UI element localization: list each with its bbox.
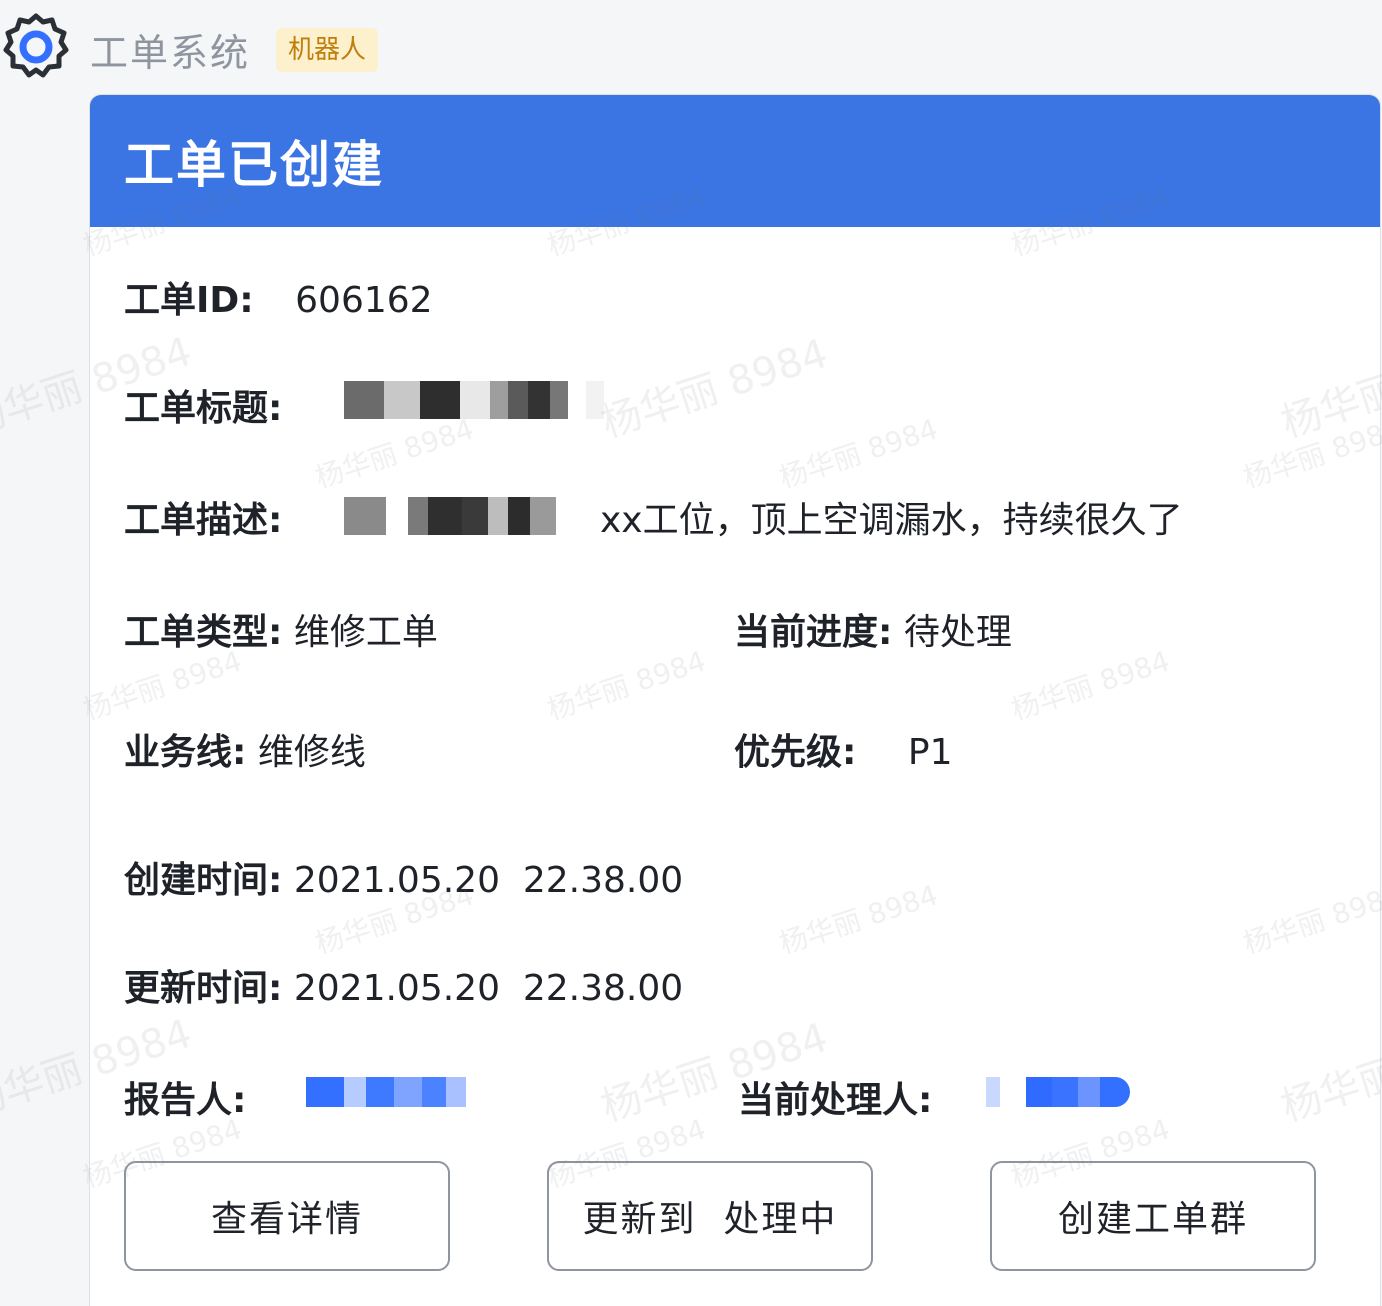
ticket-desc-value-field: xx工位，顶上空调漏水，持续很久了	[600, 491, 1183, 543]
app-title: 工单系统	[90, 31, 251, 75]
ticket-desc-value: xx工位，顶上空调漏水，持续很久了	[600, 500, 1183, 541]
updated-time-label: 更新时间:	[124, 968, 283, 1009]
ticket-title-redacted	[344, 381, 604, 419]
business-line-label: 业务线:	[124, 732, 247, 773]
ticket-title-field: 工单标题:	[124, 379, 282, 431]
ticket-desc-field: 工单描述:	[124, 491, 282, 543]
created-time-label: 创建时间:	[124, 860, 283, 901]
app-root: 工单系统 机器人 工单已创建 工单ID: 606162 工单标题: 工单描述: …	[0, 0, 1382, 1306]
handler-label: 当前处理人:	[738, 1080, 933, 1121]
reporter-mention-redacted[interactable]	[306, 1077, 466, 1107]
business-line-field: 业务线: 维修线	[124, 723, 366, 775]
updated-time-field: 更新时间: 2021.05.20 22.38.00	[124, 959, 683, 1011]
ticket-type-field: 工单类型: 维修工单	[124, 603, 438, 655]
ticket-id-field: 工单ID: 606162	[124, 271, 433, 323]
handler-mention-redacted[interactable]	[986, 1077, 1130, 1107]
reporter-field: 报告人:	[124, 1071, 246, 1123]
created-time-value: 2021.05.20 22.38.00	[293, 860, 684, 901]
priority-field: 优先级: P1	[734, 723, 952, 775]
business-line-value: 维修线	[257, 732, 366, 773]
ticket-type-label: 工单类型:	[124, 612, 283, 653]
ticket-desc-label: 工单描述:	[124, 500, 283, 541]
card-title: 工单已创建	[124, 136, 384, 194]
ticket-id-value: 606162	[295, 280, 433, 321]
view-details-button[interactable]: 查看详情	[124, 1161, 450, 1271]
ticket-title-label: 工单标题:	[124, 388, 283, 429]
ticket-id-label: 工单ID:	[124, 280, 254, 321]
handler-field: 当前处理人:	[738, 1071, 932, 1123]
ticket-progress-value: 待处理	[903, 612, 1012, 653]
priority-label: 优先级:	[734, 732, 857, 773]
created-time-field: 创建时间: 2021.05.20 22.38.00	[124, 851, 683, 903]
ticket-progress-label: 当前进度:	[734, 612, 893, 653]
ticket-desc-redacted	[344, 497, 556, 535]
update-to-processing-button[interactable]: 更新到 处理中	[547, 1161, 873, 1271]
priority-value: P1	[907, 732, 953, 773]
ticket-card: 工单已创建 工单ID: 606162 工单标题: 工单描述: xx工位，顶上空调…	[89, 94, 1381, 1306]
card-header: 工单已创建	[90, 95, 1380, 227]
app-header: 工单系统 机器人	[0, 0, 1382, 90]
robot-badge: 机器人	[276, 28, 379, 72]
ticket-type-value: 维修工单	[293, 612, 438, 653]
updated-time-value: 2021.05.20 22.38.00	[293, 968, 684, 1009]
ticket-progress-field: 当前进度: 待处理	[734, 603, 1012, 655]
create-ticket-group-button[interactable]: 创建工单群	[990, 1161, 1316, 1271]
reporter-label: 报告人:	[124, 1080, 247, 1121]
gear-icon[interactable]	[0, 10, 72, 82]
